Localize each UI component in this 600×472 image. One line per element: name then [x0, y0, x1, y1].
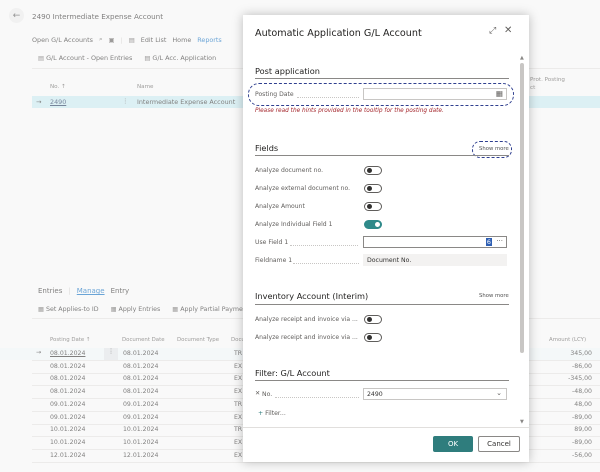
calendar-icon[interactable]: ▦	[496, 89, 503, 98]
use-field-value: 6	[485, 238, 492, 246]
inv-toggle-label-2: Analyze receipt and invoice via ...	[255, 334, 358, 341]
expand-icon[interactable]: ⤢	[489, 26, 496, 36]
analyze-amount-toggle[interactable]	[364, 202, 382, 211]
filter-heading: Filter: G/L Account	[255, 368, 330, 378]
filter-field-label: No.	[262, 391, 273, 398]
inventory-heading: Inventory Account (Interim)	[255, 291, 369, 301]
dialog-scrollbar[interactable]: ▲ ▼	[519, 55, 525, 427]
toggle-label-doc-no: Analyze document no.	[255, 167, 324, 174]
cancel-button[interactable]: Cancel	[478, 436, 520, 452]
filter-value: 2490	[367, 391, 383, 398]
toggle-label-amount: Analyze Amount	[255, 203, 305, 210]
fields-show-more-link[interactable]: Show more	[479, 146, 509, 152]
analyze-individual-field-toggle[interactable]	[364, 220, 382, 229]
fieldname-display: Document No.	[363, 254, 507, 266]
analyze-external-doc-no-toggle[interactable]	[364, 184, 382, 193]
close-icon[interactable]: ✕	[504, 25, 512, 36]
dialog-title: Automatic Application G/L Account	[255, 28, 422, 39]
inv-toggle-label-1: Analyze receipt and invoice via ...	[255, 316, 358, 323]
fieldname-value: Document No.	[367, 257, 412, 264]
analyze-document-no-toggle[interactable]	[364, 166, 382, 175]
filter-no-input[interactable]: 2490 ⌄	[363, 388, 507, 400]
chevron-down-icon[interactable]: ⌄	[496, 389, 502, 397]
use-field-input[interactable]: 6 ···	[363, 236, 507, 248]
inventory-show-more-link[interactable]: Show more	[479, 293, 509, 299]
add-filter-link[interactable]: + Filter...	[258, 410, 286, 417]
scroll-up-icon[interactable]: ▲	[520, 55, 524, 61]
fields-heading: Fields	[255, 143, 279, 153]
post-application-heading: Post application	[255, 66, 320, 76]
scrollbar-thumb[interactable]	[520, 63, 524, 353]
posting-date-hint: Please read the hints provided in the to…	[255, 108, 444, 114]
ok-button[interactable]: OK	[433, 436, 473, 452]
toggle-label-individual-field: Analyze Individual Field 1	[255, 221, 333, 228]
automatic-application-dialog: Automatic Application G/L Account ⤢ ✕ ▲ …	[243, 15, 529, 462]
scroll-down-icon[interactable]: ▼	[520, 419, 524, 425]
toggle-label-ext-doc-no: Analyze external document no.	[255, 185, 351, 192]
lookup-icon[interactable]: ···	[496, 237, 503, 245]
posting-date-input[interactable]: ▦	[363, 88, 507, 100]
analyze-receipt-toggle-2[interactable]	[364, 333, 382, 342]
remove-filter-icon[interactable]: ✕	[255, 390, 260, 397]
analyze-receipt-toggle-1[interactable]	[364, 315, 382, 324]
